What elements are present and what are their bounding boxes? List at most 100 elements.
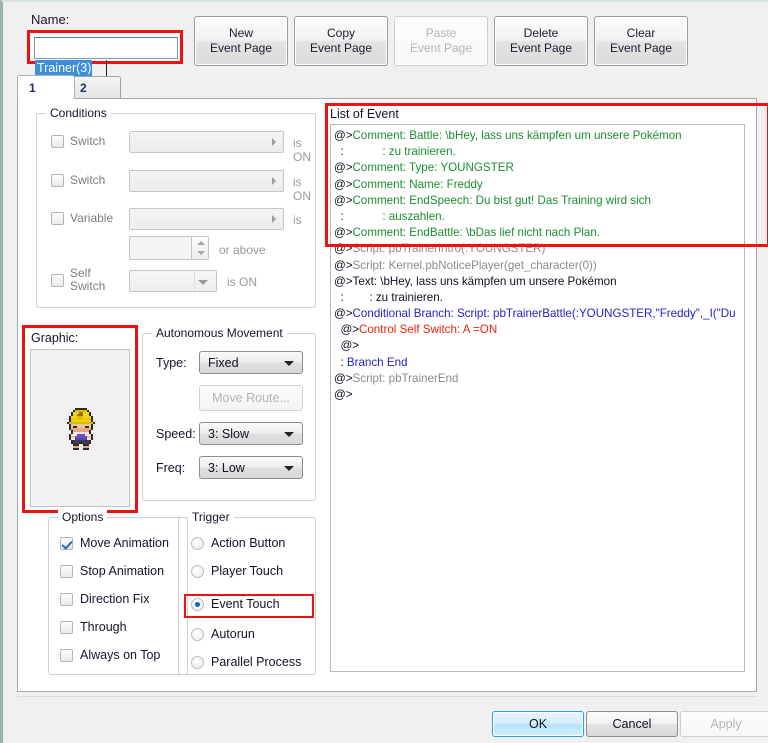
movement-type-select[interactable]: Fixed	[199, 351, 303, 374]
event-list-line[interactable]: @>Comment: EndBattle: \bDas lief nicht n…	[334, 225, 741, 241]
condition-variable-field[interactable]	[129, 208, 284, 230]
graphic-preview-box[interactable]	[30, 349, 130, 507]
new-event-page-button[interactable]: New Event Page	[194, 16, 288, 66]
condition-variable-or-above-suffix: or above	[219, 243, 266, 257]
condition-variable-checkbox[interactable]	[51, 212, 64, 225]
event-list-line[interactable]: @>Comment: Battle: \bHey, lass uns kämpf…	[334, 128, 741, 144]
direction-fix-checkbox[interactable]	[60, 593, 73, 606]
delete-event-page-button[interactable]: Delete Event Page	[494, 16, 588, 66]
clear-event-page-button[interactable]: Clear Event Page	[594, 16, 688, 66]
event-line-prefix: :	[334, 355, 344, 369]
event-list-line[interactable]: @>Comment: EndSpeech: Du bist gut! Das T…	[334, 193, 741, 209]
move-route-button: Move Route...	[199, 385, 303, 411]
event-line-prefix: :	[334, 209, 344, 223]
youngster-trainer-sprite	[67, 408, 95, 450]
movement-speed-select[interactable]: 3: Slow	[199, 422, 303, 445]
chevron-down-icon	[284, 361, 294, 366]
delete-event-page-line2: Event Page	[509, 41, 573, 55]
event-page-tabs: 1 2	[17, 75, 757, 99]
paste-event-page-line1: Paste	[425, 26, 457, 40]
clear-event-page-line2: Event Page	[609, 41, 673, 55]
action-button-radio[interactable]	[191, 537, 204, 550]
event-list-line[interactable]: @>Comment: Name: Freddy	[334, 177, 741, 193]
stepper-up-icon[interactable]	[197, 241, 205, 245]
condition-switch-1-checkbox[interactable]	[51, 135, 64, 148]
condition-self-switch-checkbox[interactable]	[51, 274, 64, 287]
bottom-divider	[17, 696, 757, 697]
condition-switch-2-suffix: is ON	[293, 175, 311, 203]
move-animation-label: Move Animation	[80, 536, 169, 550]
autorun-radio[interactable]	[191, 628, 204, 641]
event-line-text: : auszahlen.	[343, 209, 445, 223]
event-list-line[interactable]: @>Text: \bHey, lass uns kämpfen um unser…	[334, 274, 741, 290]
event-list-line[interactable]: @>Script: pbTrainerIntro(:YOUNGSTER)	[334, 241, 741, 257]
event-line-prefix: @>	[334, 226, 353, 240]
graphic-highlight: Graphic:	[22, 325, 138, 513]
new-event-page-line1: New	[228, 26, 253, 40]
movement-speed-label: Speed:	[156, 427, 196, 441]
move-animation-checkbox[interactable]	[60, 537, 73, 550]
stop-animation-checkbox[interactable]	[60, 565, 73, 578]
event-list-line[interactable]: : : zu trainieren.	[334, 290, 741, 306]
movement-freq-select[interactable]: 3: Low	[199, 456, 303, 479]
name-input[interactable]	[34, 37, 178, 59]
through-checkbox[interactable]	[60, 621, 73, 634]
cancel-button[interactable]: Cancel	[586, 711, 678, 737]
tab-page-1[interactable]: 1	[17, 75, 75, 99]
condition-self-switch-label-line1: Self	[70, 266, 91, 280]
trigger-group: Trigger Action Button Player Touch Event…	[178, 510, 316, 675]
event-line-prefix: @>	[334, 371, 353, 385]
stepper-down-icon[interactable]	[197, 251, 205, 255]
event-line-text: Script: pbTrainerEnd	[352, 371, 459, 385]
condition-switch-1-suffix: is ON	[293, 136, 311, 164]
condition-switch-2-checkbox[interactable]	[51, 174, 64, 187]
text-caret	[106, 60, 107, 76]
chevron-down-icon	[284, 432, 294, 437]
event-line-text: Conditional Branch: Script: pbTrainerBat…	[352, 307, 736, 321]
event-line-text: Comment: Battle: \bHey, lass uns kämpfen…	[352, 129, 682, 142]
tab-page-2[interactable]: 2	[68, 76, 121, 98]
options-group: Options Move Animation Stop Animation Di…	[48, 510, 188, 675]
event-list-line[interactable]: @>	[334, 387, 741, 403]
name-field-highlight: Trainer(3)	[27, 30, 183, 77]
condition-switch-2-field[interactable]	[129, 170, 284, 192]
condition-switch-1-field[interactable]	[129, 131, 284, 153]
list-of-event-box[interactable]: @> Comment: Battle: \bHey, lass uns kämpf…	[330, 124, 745, 672]
list-of-event-label: List of Event	[330, 107, 399, 121]
copy-event-page-button[interactable]: Copy Event Page	[294, 16, 388, 66]
player-touch-radio[interactable]	[191, 565, 204, 578]
event-list-line[interactable]: @>Control Self Switch: A =ON	[334, 322, 741, 338]
tab-page-1-label: 1	[29, 80, 36, 95]
event-list-line[interactable]: @>Comment: Type: YOUNGSTER	[334, 160, 741, 176]
list-of-event-lines[interactable]: @> Comment: Battle: \bHey, lass uns kämpf…	[334, 128, 741, 403]
event-list-line[interactable]: @>	[334, 338, 741, 354]
conditions-group: Conditions Switch is ON Switch is ON Var…	[36, 106, 316, 308]
event-line-text: Script: Kernel.pbNoticePlayer(get_charac…	[352, 258, 597, 272]
condition-switch-1-label: Switch	[70, 134, 106, 148]
event-list-line[interactable]: @>Conditional Branch: Script: pbTrainerB…	[334, 306, 741, 322]
condition-switch-2-label: Switch	[70, 173, 106, 187]
trigger-title: Trigger	[188, 510, 234, 524]
delete-event-page-line1: Delete	[523, 26, 559, 40]
paste-event-page-line2: Event Page	[409, 41, 473, 55]
movement-type-value: Fixed	[208, 355, 239, 370]
movement-type-label: Type:	[156, 356, 187, 370]
event-list-line[interactable]: @>Script: Kernel.pbNoticePlayer(get_char…	[334, 258, 741, 274]
movement-speed-value: 3: Slow	[208, 426, 249, 441]
parallel-process-radio[interactable]	[191, 656, 204, 669]
condition-variable-value-stepper[interactable]	[129, 236, 209, 260]
event-list-line[interactable]: : : zu trainieren.	[334, 144, 741, 160]
chevron-right-icon	[272, 215, 276, 223]
apply-button: Apply	[680, 711, 768, 737]
direction-fix-label: Direction Fix	[80, 592, 150, 606]
event-list-line[interactable]: : Branch End	[334, 355, 741, 371]
event-line-text: Comment: EndBattle: \bDas lief nicht nac…	[352, 226, 601, 240]
chevron-down-icon	[284, 466, 294, 471]
always-on-top-checkbox[interactable]	[60, 649, 73, 662]
event-list-line[interactable]: @>Script: pbTrainerEnd	[334, 371, 741, 387]
event-line-prefix: :	[334, 290, 344, 304]
condition-self-switch-select[interactable]	[129, 270, 217, 292]
event-list-line[interactable]: : : auszahlen.	[334, 209, 741, 225]
ok-button[interactable]: OK	[492, 711, 584, 737]
stepper-buttons[interactable]	[191, 237, 208, 259]
